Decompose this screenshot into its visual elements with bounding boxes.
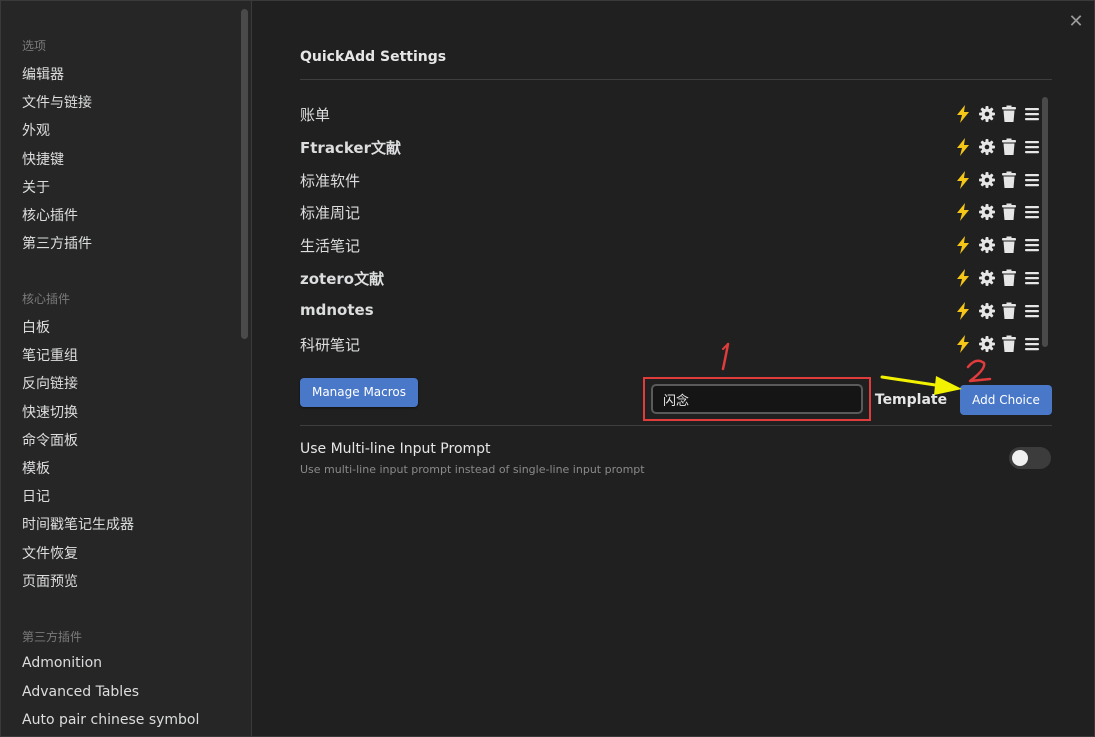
sidebar-item[interactable]: 笔记重组: [22, 345, 78, 365]
sidebar-item[interactable]: 第三方插件: [22, 233, 92, 253]
drag-handle-icon[interactable]: [1024, 172, 1042, 192]
sidebar-scrollbar[interactable]: [241, 9, 248, 339]
sidebar-item[interactable]: 文件恢复: [22, 543, 78, 563]
sidebar-item[interactable]: 白板: [22, 317, 50, 337]
sidebar-item[interactable]: 页面预览: [22, 571, 78, 591]
choice-name: 生活笔记: [300, 237, 361, 256]
sidebar-item[interactable]: 模板: [22, 458, 50, 478]
drag-handle-icon[interactable]: [1024, 303, 1042, 323]
choice-name: zotero文献: [300, 270, 385, 288]
sidebar-item[interactable]: 反向链接: [22, 373, 78, 393]
sidebar-item[interactable]: 文件与链接: [22, 92, 92, 112]
choice-name: 标准软件: [300, 171, 361, 190]
bolt-icon[interactable]: [955, 334, 973, 354]
choice-row: 标准软件: [300, 165, 1040, 195]
choice-row: 生活笔记: [300, 230, 1040, 260]
choice-actions: [955, 170, 1040, 190]
sidebar-item[interactable]: Admonition: [22, 655, 102, 671]
choice-row: 账单: [300, 99, 1040, 129]
bolt-icon[interactable]: [955, 137, 973, 157]
sidebar-item[interactable]: 日记: [22, 486, 50, 506]
drag-handle-icon[interactable]: [1024, 204, 1042, 224]
multiline-toggle[interactable]: [1009, 447, 1051, 469]
bolt-icon[interactable]: [955, 104, 973, 124]
trash-icon[interactable]: [1001, 335, 1019, 355]
divider: [300, 425, 1052, 426]
choice-row: Ftracker文献: [300, 132, 1040, 162]
gear-icon[interactable]: [978, 105, 996, 125]
gear-icon[interactable]: [978, 138, 996, 158]
trash-icon[interactable]: [1001, 138, 1019, 158]
toggle-knob: [1012, 450, 1028, 466]
choice-list-scrollbar[interactable]: [1042, 97, 1048, 347]
settings-sidebar: 选项 编辑器 文件与链接 外观 快捷键 关于 核心插件 第三方插件 核心插件 白板 笔记重组 反向链接…: [1, 1, 252, 736]
gear-icon[interactable]: [978, 236, 996, 256]
choice-row: mdnotes: [300, 296, 1040, 326]
choice-actions: [955, 301, 1040, 321]
sidebar-group-title: 第三方插件: [22, 630, 83, 644]
bolt-icon[interactable]: [955, 301, 973, 321]
choice-name: 科研笔记: [300, 335, 361, 354]
multiline-setting-name: Use Multi-line Input Prompt: [300, 441, 491, 457]
trash-icon[interactable]: [1001, 171, 1019, 191]
bolt-icon[interactable]: [955, 202, 973, 222]
choice-name: Ftracker文献: [300, 138, 401, 157]
settings-modal: 选项 编辑器 文件与链接 外观 快捷键 关于 核心插件 第三方插件 核心插件 白板 笔记重组 反向链接…: [0, 0, 1095, 737]
trash-icon[interactable]: [1001, 236, 1019, 256]
choice-actions: [955, 235, 1040, 255]
sidebar-item[interactable]: Advanced Tables: [22, 684, 139, 700]
choice-actions: [955, 202, 1040, 222]
drag-handle-icon[interactable]: [1024, 106, 1042, 126]
annotation-step-2: [966, 359, 992, 383]
divider: [300, 79, 1052, 80]
gear-icon[interactable]: [978, 171, 996, 191]
add-choice-button[interactable]: Add Choice: [960, 385, 1052, 415]
sidebar-item[interactable]: 核心插件: [22, 205, 78, 225]
bolt-icon[interactable]: [955, 170, 973, 190]
sidebar-item[interactable]: 时间戳笔记生成器: [22, 514, 134, 534]
bolt-icon[interactable]: [955, 268, 973, 288]
choice-row: 科研笔记: [300, 329, 1040, 359]
choice-name: mdnotes: [300, 300, 374, 319]
choice-actions: [955, 104, 1040, 124]
choice-actions: [955, 268, 1040, 288]
annotation-step-1: [721, 342, 730, 371]
choice-row: 标准周记: [300, 197, 1040, 227]
trash-icon[interactable]: [1001, 105, 1019, 125]
sidebar-item[interactable]: 快捷键: [22, 149, 64, 169]
bolt-icon[interactable]: [955, 235, 973, 255]
sidebar-item[interactable]: 命令面板: [22, 430, 78, 450]
gear-icon[interactable]: [978, 269, 996, 289]
choice-row: zotero文献: [300, 263, 1040, 293]
plugin-settings-pane: QuickAdd Settings 账单 Ftracker文献 标准软件标准周记生活…: [252, 1, 1094, 736]
manage-macros-button[interactable]: Manage Macros: [300, 378, 418, 407]
annotation-arrow-icon: [880, 375, 962, 395]
gear-icon[interactable]: [978, 335, 996, 355]
gear-icon[interactable]: [978, 203, 996, 223]
sidebar-item[interactable]: 快速切换: [22, 402, 78, 422]
trash-icon[interactable]: [1001, 203, 1019, 223]
page-title: QuickAdd Settings: [300, 49, 447, 65]
trash-icon[interactable]: [1001, 269, 1019, 289]
drag-handle-icon[interactable]: [1024, 139, 1042, 159]
choice-name: 账单: [300, 106, 331, 124]
sidebar-item[interactable]: 关于: [22, 177, 50, 197]
sidebar-item[interactable]: 编辑器: [22, 64, 64, 84]
sidebar-item[interactable]: Auto pair chinese symbol: [22, 712, 199, 728]
sidebar-item[interactable]: 外观: [22, 120, 50, 140]
choice-name: 标准周记: [300, 204, 361, 223]
choice-actions: [955, 334, 1040, 354]
drag-handle-icon[interactable]: [1024, 237, 1042, 257]
choice-actions: [955, 137, 1040, 157]
trash-icon[interactable]: [1001, 302, 1019, 322]
gear-icon[interactable]: [978, 302, 996, 322]
multiline-setting-description: Use multi-line input prompt instead of s…: [300, 463, 645, 476]
new-choice-name-input[interactable]: [651, 384, 863, 414]
drag-handle-icon[interactable]: [1024, 270, 1042, 290]
sidebar-group-title: 核心插件: [22, 292, 71, 306]
drag-handle-icon[interactable]: [1024, 336, 1042, 356]
sidebar-group-title: 选项: [22, 39, 47, 53]
